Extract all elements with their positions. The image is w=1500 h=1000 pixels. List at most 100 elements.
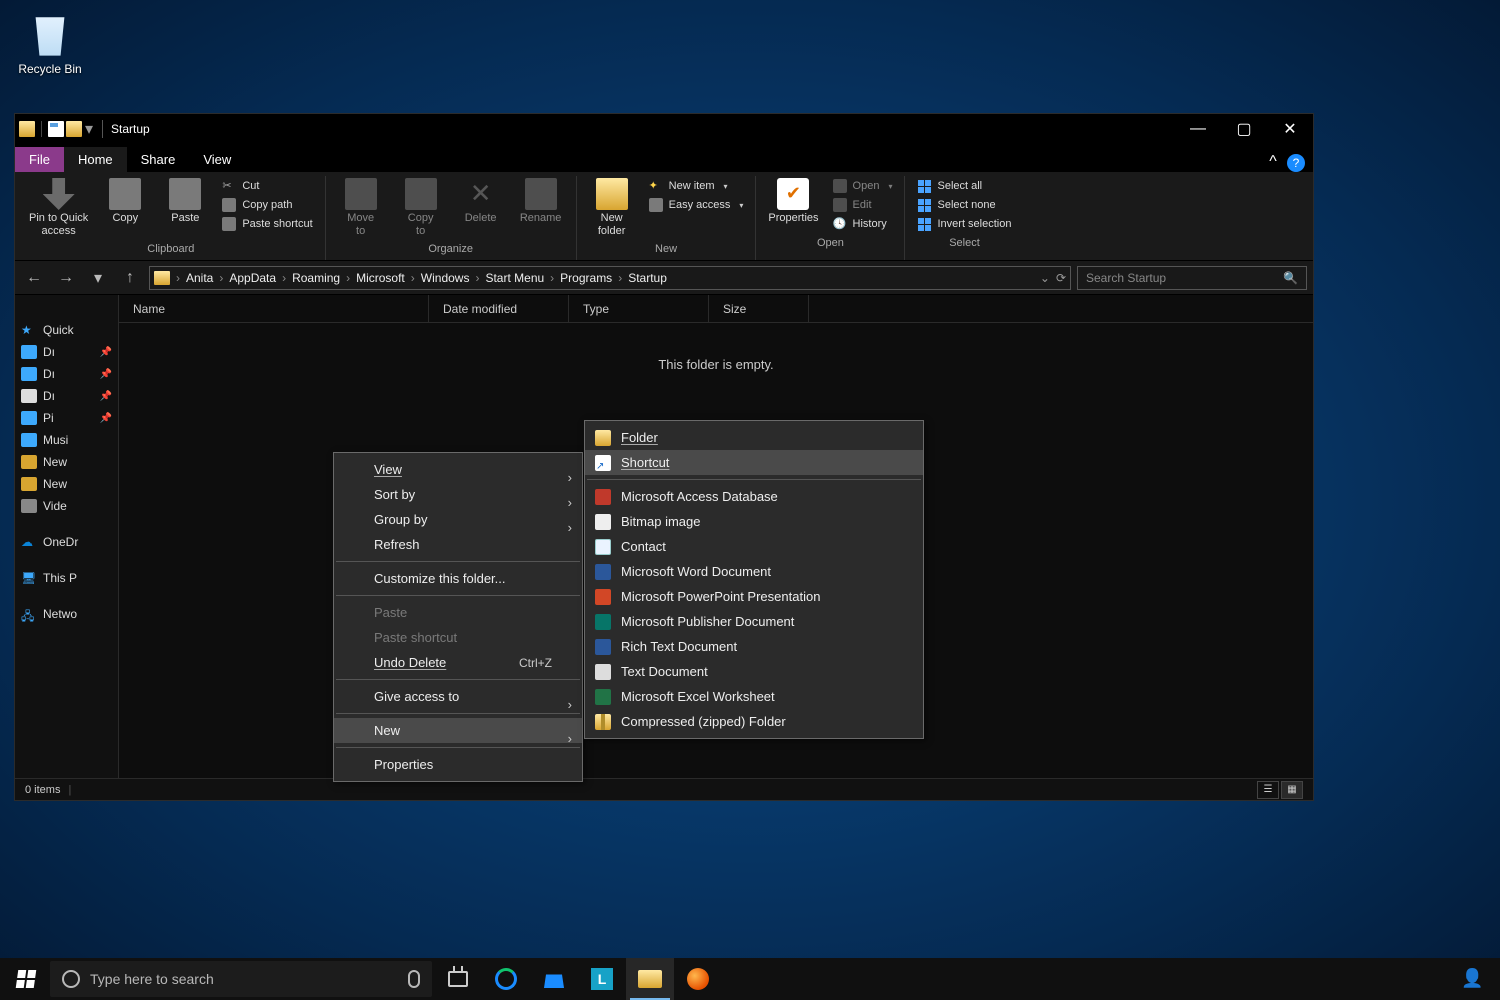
minimize-button[interactable]: —: [1175, 114, 1221, 144]
breadcrumb[interactable]: Startup: [624, 271, 671, 285]
folder-icon[interactable]: [19, 121, 35, 137]
ctx-new-folder[interactable]: Folder: [585, 425, 923, 450]
paste-button[interactable]: Paste: [156, 176, 214, 227]
taskbar-firefox[interactable]: [674, 958, 722, 1000]
column-size[interactable]: Size: [709, 295, 809, 322]
search-box[interactable]: Search Startup 🔍: [1077, 266, 1307, 290]
ctx-new-access-db[interactable]: Microsoft Access Database: [585, 484, 923, 509]
ctx-group-by[interactable]: Group by: [334, 507, 582, 532]
sidebar-item-quick-access[interactable]: ★Quick: [15, 319, 118, 341]
sidebar-item-onedrive[interactable]: ☁OneDr: [15, 531, 118, 553]
ctx-new[interactable]: New: [334, 718, 582, 743]
taskbar-store[interactable]: [530, 958, 578, 1000]
taskbar-app-l[interactable]: L: [578, 958, 626, 1000]
delete-button[interactable]: ✕Delete: [452, 176, 510, 227]
sidebar-item[interactable]: Pi📌: [15, 407, 118, 429]
taskbar-edge[interactable]: [482, 958, 530, 1000]
ctx-new-word[interactable]: Microsoft Word Document: [585, 559, 923, 584]
select-none-button[interactable]: Select none: [913, 197, 1015, 213]
copy-path-button[interactable]: Copy path: [218, 197, 316, 213]
desktop-icon-recycle-bin[interactable]: Recycle Bin: [10, 10, 90, 76]
back-button[interactable]: ←: [21, 265, 47, 291]
taskbar-people[interactable]: 👤: [1448, 958, 1496, 1000]
ctx-view[interactable]: View: [334, 457, 582, 482]
taskbar-search[interactable]: Type here to search: [50, 961, 432, 997]
large-icons-view-button[interactable]: ▦: [1281, 781, 1303, 799]
column-name[interactable]: Name: [119, 295, 429, 322]
recent-locations-button[interactable]: ▾: [85, 265, 111, 291]
sidebar-item[interactable]: Dı📌: [15, 363, 118, 385]
sidebar-item[interactable]: Dı📌: [15, 341, 118, 363]
microphone-icon[interactable]: [408, 970, 420, 988]
ctx-properties[interactable]: Properties: [334, 752, 582, 777]
ctx-give-access-to[interactable]: Give access to: [334, 684, 582, 709]
address-bar[interactable]: › Anita› AppData› Roaming› Microsoft› Wi…: [149, 266, 1071, 290]
ctx-new-excel[interactable]: Microsoft Excel Worksheet: [585, 684, 923, 709]
breadcrumb[interactable]: Roaming: [288, 271, 344, 285]
ctx-sort-by[interactable]: Sort by: [334, 482, 582, 507]
copy-button[interactable]: Copy: [96, 176, 154, 227]
column-type[interactable]: Type: [569, 295, 709, 322]
history-button[interactable]: 🕓History: [829, 216, 897, 232]
ctx-new-rtf[interactable]: Rich Text Document: [585, 634, 923, 659]
ctx-new-publisher[interactable]: Microsoft Publisher Document: [585, 609, 923, 634]
tab-file[interactable]: File: [15, 147, 64, 172]
tab-share[interactable]: Share: [127, 147, 190, 172]
ctx-new-zip[interactable]: Compressed (zipped) Folder: [585, 709, 923, 734]
ctx-new-bitmap[interactable]: Bitmap image: [585, 509, 923, 534]
invert-selection-button[interactable]: Invert selection: [913, 216, 1015, 232]
properties-button[interactable]: Properties: [762, 176, 824, 227]
sidebar-item[interactable]: Vide: [15, 495, 118, 517]
sidebar-item[interactable]: Musi: [15, 429, 118, 451]
new-folder-button[interactable]: New folder: [583, 176, 641, 240]
copy-to-button[interactable]: Copy to: [392, 176, 450, 240]
ctx-new-contact[interactable]: Contact: [585, 534, 923, 559]
sidebar-item[interactable]: New: [15, 473, 118, 495]
ctx-new-powerpoint[interactable]: Microsoft PowerPoint Presentation: [585, 584, 923, 609]
sidebar-item-network[interactable]: 🖧Netwo: [15, 603, 118, 625]
open-button[interactable]: Open: [829, 178, 897, 194]
column-date[interactable]: Date modified: [429, 295, 569, 322]
maximize-button[interactable]: ▢: [1221, 114, 1267, 144]
refresh-icon[interactable]: ⟳: [1056, 271, 1066, 285]
start-button[interactable]: [4, 958, 48, 1000]
pin-quick-access-button[interactable]: Pin to Quick access: [23, 176, 94, 240]
tab-view[interactable]: View: [189, 147, 245, 172]
task-view-button[interactable]: [434, 958, 482, 1000]
sidebar-item-this-pc[interactable]: 🖥This P: [15, 567, 118, 589]
close-button[interactable]: ✕: [1267, 114, 1313, 144]
ctx-undo-delete[interactable]: Undo DeleteCtrl+Z: [334, 650, 582, 675]
sidebar-item[interactable]: New: [15, 451, 118, 473]
new-item-button[interactable]: ✦New item: [645, 178, 748, 194]
breadcrumb[interactable]: Anita: [182, 271, 217, 285]
breadcrumb[interactable]: Start Menu: [481, 271, 548, 285]
breadcrumb[interactable]: Windows: [417, 271, 474, 285]
new-folder-icon[interactable]: [66, 121, 82, 137]
up-button[interactable]: ↑: [117, 265, 143, 291]
ctx-new-text[interactable]: Text Document: [585, 659, 923, 684]
easy-access-button[interactable]: Easy access: [645, 197, 748, 213]
forward-button[interactable]: →: [53, 265, 79, 291]
chevron-down-icon[interactable]: ▾: [84, 124, 94, 134]
collapse-ribbon-icon[interactable]: ^: [1263, 152, 1283, 172]
cut-button[interactable]: ✂Cut: [218, 178, 316, 194]
chevron-down-icon[interactable]: ⌄: [1040, 271, 1050, 285]
breadcrumb[interactable]: Microsoft: [352, 271, 409, 285]
help-icon[interactable]: ?: [1287, 154, 1305, 172]
paste-shortcut-button[interactable]: Paste shortcut: [218, 216, 316, 232]
ctx-refresh[interactable]: Refresh: [334, 532, 582, 557]
edit-button[interactable]: Edit: [829, 197, 897, 213]
details-view-button[interactable]: ☰: [1257, 781, 1279, 799]
breadcrumb[interactable]: AppData: [225, 271, 280, 285]
sidebar-item[interactable]: Dı📌: [15, 385, 118, 407]
select-all-button[interactable]: Select all: [913, 178, 1015, 194]
ctx-customize-folder[interactable]: Customize this folder...: [334, 566, 582, 591]
ctx-new-shortcut[interactable]: Shortcut: [585, 450, 923, 475]
context-menu: View Sort by Group by Refresh Customize …: [333, 452, 583, 782]
rename-button[interactable]: Rename: [512, 176, 570, 227]
taskbar-file-explorer[interactable]: [626, 958, 674, 1000]
move-to-button[interactable]: Move to: [332, 176, 390, 240]
tab-home[interactable]: Home: [64, 147, 127, 172]
properties-icon[interactable]: [48, 121, 64, 137]
breadcrumb[interactable]: Programs: [556, 271, 616, 285]
